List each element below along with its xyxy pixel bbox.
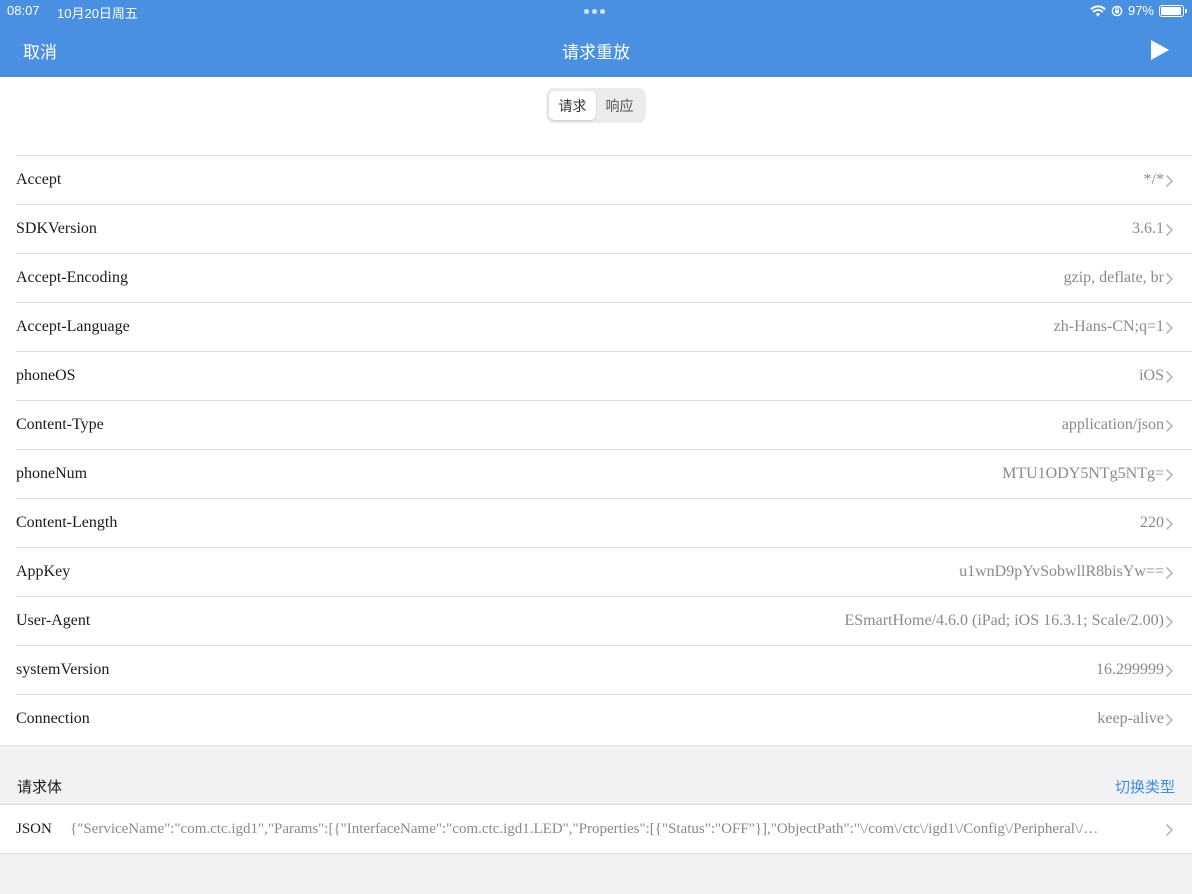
header-row[interactable]: Accept-Encoding gzip, deflate, br: [16, 253, 1192, 302]
request-body-row[interactable]: JSON {"ServiceName":"com.ctc.igd1","Para…: [0, 804, 1192, 854]
play-icon[interactable]: [1150, 39, 1170, 61]
header-row[interactable]: Content-Type application/json: [16, 400, 1192, 449]
header-value: 3.6.1: [1132, 220, 1164, 237]
header-list: Accept */* SDKVersion 3.6.1 Accept-Encoding g…: [0, 155, 1192, 743]
battery-fill: [1161, 6, 1182, 15]
header-row[interactable]: Accept-Language zh-Hans-CN;q=1: [16, 302, 1192, 351]
switch-type-button[interactable]: 切换类型: [1115, 776, 1175, 797]
chevron-right-icon: [1165, 272, 1174, 286]
header-key: Accept: [16, 171, 62, 188]
header-value: u1wnD9pYvSobwllR8bisYw==: [959, 563, 1164, 580]
chevron-right-icon: [1165, 823, 1174, 837]
header-value: */*: [1143, 171, 1164, 188]
header-key: phoneOS: [16, 367, 76, 384]
header-row[interactable]: phoneNum MTU1ODY5NTg5NTg=: [16, 449, 1192, 498]
orientation-lock-icon: [1111, 5, 1123, 16]
chevron-right-icon: [1165, 223, 1174, 237]
header-key: User-Agent: [16, 612, 91, 629]
header-value: 220: [1140, 514, 1164, 531]
header-value: 16.299999: [1096, 661, 1164, 678]
chevron-right-icon: [1165, 174, 1174, 188]
chevron-right-icon: [1165, 615, 1174, 629]
request-body-section: 请求体 切换类型 JSON {"ServiceName":"com.ctc.ig…: [0, 745, 1192, 894]
status-bar: 08:07 10月20日周五 97%: [0, 0, 1192, 22]
header-value: zh-Hans-CN;q=1: [1053, 318, 1164, 335]
multitasking-dots-icon[interactable]: [584, 9, 605, 14]
body-value: {"ServiceName":"com.ctc.igd1","Params":[…: [70, 821, 1099, 837]
header-value: application/json: [1061, 416, 1164, 433]
status-time: 08:07: [7, 3, 40, 18]
chevron-right-icon: [1165, 517, 1174, 531]
header-row[interactable]: Connection keep-alive: [16, 694, 1192, 743]
header-key: Content-Type: [16, 416, 104, 433]
header-row[interactable]: User-Agent ESmartHome/4.6.0 (iPad; iOS 16…: [16, 596, 1192, 645]
header-key: AppKey: [16, 563, 71, 580]
header-key: Connection: [16, 710, 90, 727]
header-row[interactable]: SDKVersion 3.6.1: [16, 204, 1192, 253]
segment-request[interactable]: 请求: [549, 91, 596, 120]
battery-percentage: 97%: [1127, 3, 1154, 18]
header-key: phoneNum: [16, 465, 88, 482]
main-content: 请求 响应 Accept */* SDKVersion 3.6.1 Accept-Enc…: [0, 77, 1192, 894]
chevron-right-icon: [1165, 468, 1174, 482]
request-response-segmented-control: 请求 响应: [546, 88, 646, 123]
navigation-bar: 08:07 10月20日周五 97% 取消 请求重放: [0, 0, 1192, 77]
header-key: Accept-Language: [16, 318, 130, 335]
header-row[interactable]: Accept */*: [16, 155, 1192, 204]
header-key: Accept-Encoding: [16, 269, 128, 286]
header-row[interactable]: AppKey u1wnD9pYvSobwllR8bisYw==: [16, 547, 1192, 596]
request-body-label: 请求体: [17, 778, 63, 796]
cancel-button[interactable]: 取消: [23, 38, 57, 63]
header-key: Content-Length: [16, 514, 118, 531]
chevron-right-icon: [1165, 664, 1174, 678]
body-type-label: JSON: [16, 821, 52, 837]
header-value: ESmartHome/4.6.0 (iPad; iOS 16.3.1; Scal…: [844, 612, 1164, 629]
header-key: SDKVersion: [16, 220, 97, 237]
header-value: keep-alive: [1097, 710, 1164, 727]
segment-response[interactable]: 响应: [596, 91, 643, 120]
page-title: 请求重放: [562, 43, 630, 63]
wifi-icon: [1090, 4, 1106, 16]
battery-icon: [1159, 4, 1187, 17]
status-right: 97%: [1090, 3, 1187, 18]
header-row[interactable]: systemVersion 16.299999: [16, 645, 1192, 694]
chevron-right-icon: [1165, 566, 1174, 580]
chevron-right-icon: [1165, 713, 1174, 727]
chevron-right-icon: [1165, 419, 1174, 433]
header-row[interactable]: phoneOS iOS: [16, 351, 1192, 400]
header-value: iOS: [1139, 367, 1164, 384]
header-row[interactable]: Content-Length 220: [16, 498, 1192, 547]
chevron-right-icon: [1165, 370, 1174, 384]
header-value: MTU1ODY5NTg5NTg=: [1002, 465, 1164, 482]
chevron-right-icon: [1165, 321, 1174, 335]
header-key: systemVersion: [16, 661, 110, 678]
status-date: 10月20日周五: [57, 6, 138, 21]
header-value: gzip, deflate, br: [1063, 269, 1164, 286]
